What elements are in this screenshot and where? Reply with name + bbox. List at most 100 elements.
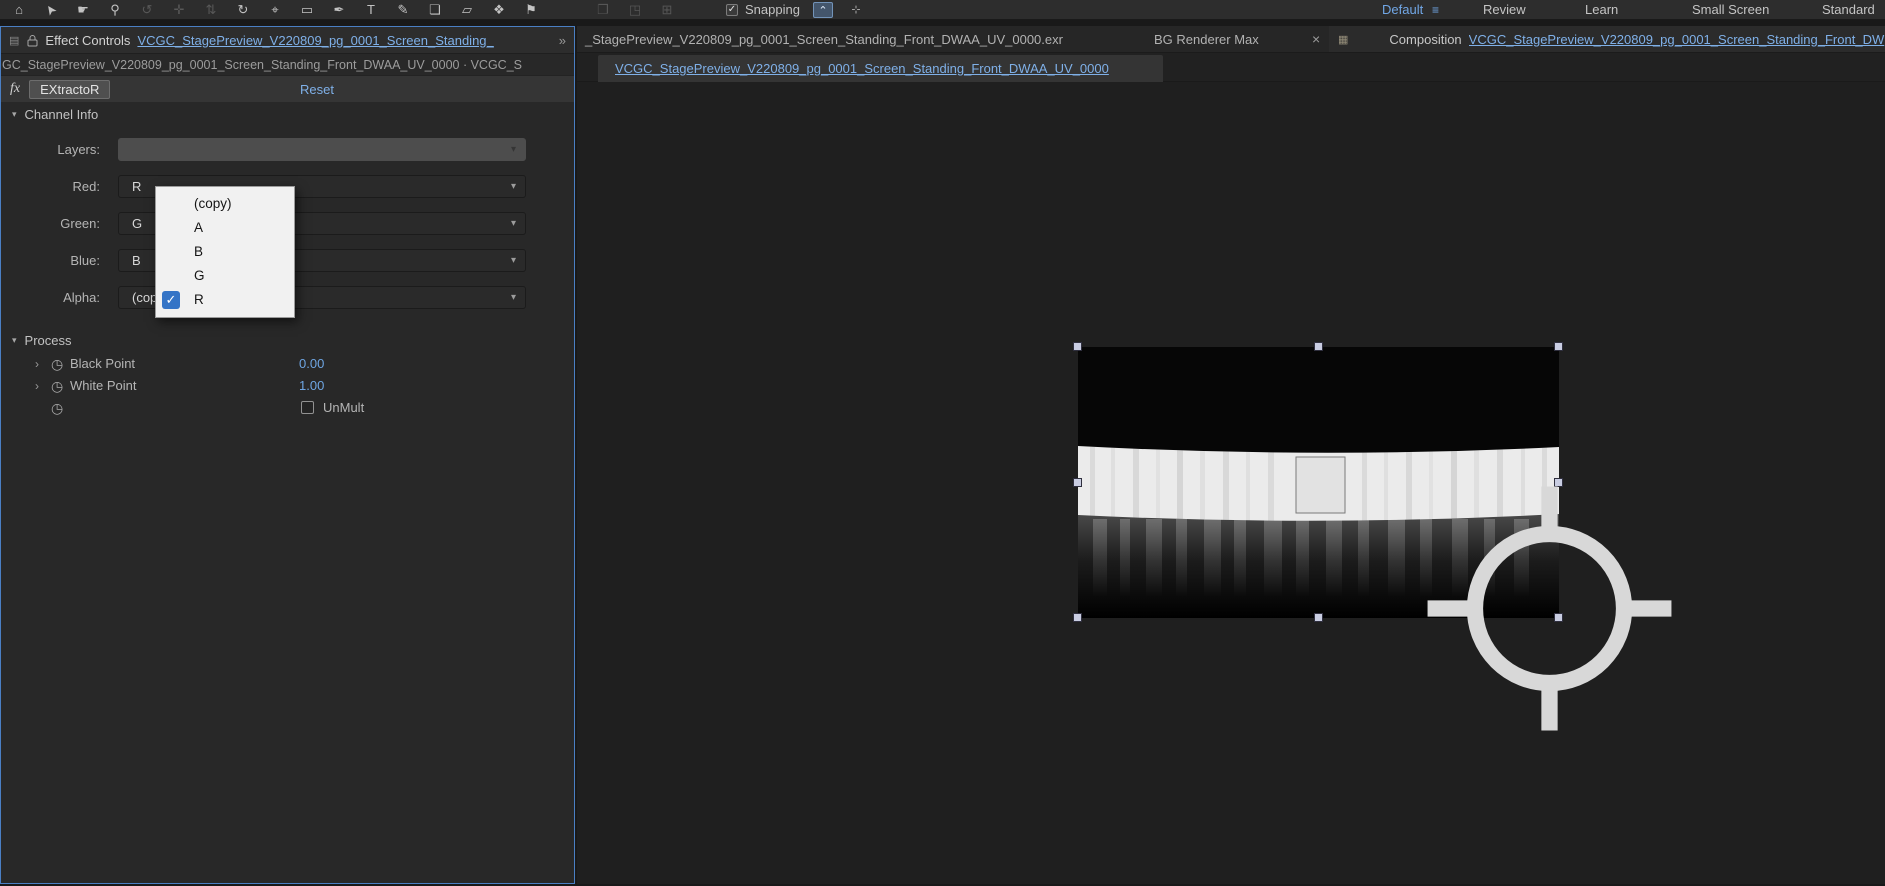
workspace-tab-small-screen[interactable]: Small Screen bbox=[1692, 0, 1769, 20]
toolbar: ⌂ ➤ ☛ ⚲ ↺ ✛ ⇅ ↻ ⌖ ▭ ✒ T ✎ ❏ ▱ ❖ ⚑ ❐ ◳ ⊞ … bbox=[0, 0, 1885, 20]
workspace-tab-default[interactable]: Default bbox=[1382, 0, 1423, 20]
channel-dropdown-menu: (copy) A B G ✓ R bbox=[155, 186, 295, 318]
track-z-camera-tool-icon: ⇅ bbox=[205, 1, 217, 17]
blue-label: Blue: bbox=[70, 253, 100, 268]
check-icon: ✓ bbox=[727, 4, 737, 15]
pen-tool-icon[interactable]: ✒ bbox=[330, 0, 348, 20]
composition-panel-group: ▦ Composition VCGC_StagePreview_V220809_… bbox=[1329, 26, 1885, 52]
eraser-tool-icon[interactable]: ▱ bbox=[458, 0, 476, 20]
twirl-closed-icon[interactable]: › bbox=[35, 353, 39, 375]
lock-icon[interactable] bbox=[27, 34, 38, 47]
menu-item-r-label: R bbox=[194, 292, 204, 307]
stopwatch-icon[interactable]: ◷ bbox=[51, 397, 63, 419]
menu-item-a[interactable]: A bbox=[156, 216, 294, 240]
effect-source-breadcrumb: GC_StagePreview_V220809_pg_0001_Screen_S… bbox=[1, 54, 574, 76]
red-label: Red: bbox=[72, 179, 100, 194]
viewer-panel: _StagePreview_V220809_pg_0001_Screen_Sta… bbox=[577, 26, 1885, 884]
effect-name-extractor[interactable]: EXtractoR bbox=[29, 79, 111, 99]
process-section: ▾ Process bbox=[1, 328, 574, 353]
alpha-label: Alpha: bbox=[63, 290, 100, 305]
close-icon[interactable]: × bbox=[1312, 26, 1320, 53]
menu-item-b[interactable]: B bbox=[156, 240, 294, 264]
composition-viewport[interactable] bbox=[577, 82, 1885, 884]
composition-panel-tab[interactable]: Composition bbox=[1389, 32, 1461, 47]
hand-tool-icon[interactable]: ☛ bbox=[74, 0, 92, 20]
selected-check-icon: ✓ bbox=[162, 291, 180, 309]
workspace-tab-review[interactable]: Review bbox=[1483, 0, 1526, 20]
process-label: Process bbox=[24, 333, 72, 348]
workspace-tab-standard[interactable]: Standard bbox=[1822, 0, 1875, 20]
twirl-open-icon[interactable]: ▾ bbox=[12, 109, 17, 120]
channel-info-section: ▾ Channel Info bbox=[1, 102, 574, 127]
layers-label: Layers: bbox=[57, 142, 100, 157]
white-point-value[interactable]: 1.00 bbox=[299, 375, 324, 397]
rectangle-tool-icon[interactable]: ▭ bbox=[298, 0, 316, 20]
composition-viewer-tabbar: VCGC_StagePreview_V220809_pg_0001_Screen… bbox=[577, 53, 1885, 82]
layers-row: Layers: ▾ bbox=[1, 131, 574, 168]
stopwatch-icon[interactable]: ◷ bbox=[51, 353, 63, 375]
effect-header-row: fx EXtractoR Reset bbox=[1, 76, 574, 102]
selection-handle-top-right[interactable] bbox=[1554, 342, 1563, 351]
chevron-down-icon: ▾ bbox=[510, 144, 516, 155]
effect-controls-tabbar: ▤ Effect Controls VCGC_StagePreview_V220… bbox=[1, 27, 574, 54]
menu-item-g[interactable]: G bbox=[156, 264, 294, 288]
snap-option-edges-icon[interactable]: ⌃ bbox=[812, 1, 833, 18]
type-tool-icon[interactable]: T bbox=[362, 0, 380, 20]
twirl-open-icon[interactable]: ▾ bbox=[12, 335, 17, 346]
viewer-tabbar-top: _StagePreview_V220809_pg_0001_Screen_Sta… bbox=[577, 26, 1885, 53]
panel-grip-icon[interactable]: ▦ bbox=[1338, 33, 1348, 46]
unmult-checkbox[interactable] bbox=[301, 401, 314, 414]
effect-controls-target-link[interactable]: VCGC_StagePreview_V220809_pg_0001_Screen… bbox=[137, 33, 552, 48]
brush-tool-icon[interactable]: ✎ bbox=[394, 0, 412, 20]
footage-tab[interactable]: _StagePreview_V220809_pg_0001_Screen_Sta… bbox=[585, 26, 1063, 53]
composition-viewer-tab[interactable]: VCGC_StagePreview_V220809_pg_0001_Screen… bbox=[598, 55, 1163, 82]
effect-controls-tab-label[interactable]: Effect Controls bbox=[45, 33, 130, 48]
roto-brush-tool-icon[interactable]: ❖ bbox=[490, 0, 508, 20]
snapping-control: ✓ Snapping bbox=[726, 2, 800, 17]
clone-stamp-tool-icon[interactable]: ❏ bbox=[426, 0, 444, 20]
puppet-pin-tool-icon[interactable]: ⚑ bbox=[522, 0, 540, 20]
green-label: Green: bbox=[60, 216, 100, 231]
rotation-tool-icon[interactable]: ↻ bbox=[234, 0, 252, 20]
black-point-value[interactable]: 0.00 bbox=[299, 353, 324, 375]
menu-item-copy[interactable]: (copy) bbox=[156, 192, 294, 216]
orbit-camera-tool-icon: ↺ bbox=[141, 1, 153, 17]
black-point-label: Black Point bbox=[70, 356, 136, 371]
fx-icon: fx bbox=[10, 81, 21, 96]
black-point-row: › ◷ Black Point 0.00 bbox=[1, 353, 574, 375]
unmult-row: ◷ UnMult bbox=[1, 397, 574, 419]
panel-overflow-icon[interactable]: » bbox=[559, 33, 566, 48]
composition-tab-label: VCGC_StagePreview_V220809_pg_0001_Screen… bbox=[615, 61, 1109, 76]
chevron-down-icon: ▾ bbox=[510, 255, 516, 266]
layers-dropdown: ▾ bbox=[118, 138, 526, 161]
composition-name-link[interactable]: VCGC_StagePreview_V220809_pg_0001_Screen… bbox=[1469, 32, 1885, 47]
channel-info-label: Channel Info bbox=[24, 107, 99, 122]
snap-option-extend-icon[interactable]: ⊹ bbox=[846, 2, 866, 18]
menu-item-r[interactable]: ✓ R bbox=[156, 288, 294, 312]
anchor-point-indicator[interactable] bbox=[1309, 473, 1790, 744]
selection-handle-middle-left[interactable] bbox=[1073, 477, 1082, 487]
effect-reset-link[interactable]: Reset bbox=[300, 82, 334, 97]
chevron-down-icon: ▾ bbox=[510, 218, 516, 229]
snapping-label: Snapping bbox=[745, 2, 800, 17]
disabled-tool-group: ❐ ◳ ⊞ bbox=[594, 0, 676, 20]
pan-behind-tool-icon[interactable]: ⌖ bbox=[266, 0, 284, 20]
chevron-down-icon: ▾ bbox=[510, 292, 516, 303]
selection-handle-top-center[interactable] bbox=[1313, 342, 1323, 351]
white-point-row: › ◷ White Point 1.00 bbox=[1, 375, 574, 397]
selection-handle-top-left[interactable] bbox=[1073, 342, 1082, 351]
selection-handle-bottom-left[interactable] bbox=[1073, 613, 1082, 622]
workspace-menu-icon[interactable]: ≡ bbox=[1432, 0, 1439, 20]
home-icon[interactable]: ⌂ bbox=[10, 0, 28, 20]
composition-layer[interactable] bbox=[1073, 342, 1671, 730]
stopwatch-icon[interactable]: ◷ bbox=[51, 375, 63, 397]
snapping-checkbox[interactable]: ✓ bbox=[726, 3, 738, 16]
bg-renderer-max-tab[interactable]: BG Renderer Max bbox=[1154, 26, 1259, 53]
chevron-down-icon: ▾ bbox=[510, 181, 516, 192]
selection-tool-icon[interactable]: ➤ bbox=[38, 0, 65, 23]
panel-grip-icon[interactable]: ▤ bbox=[9, 34, 19, 47]
zoom-tool-icon[interactable]: ⚲ bbox=[106, 0, 124, 20]
disabled-tool-icon-2: ◳ bbox=[628, 1, 642, 17]
workspace-tab-learn[interactable]: Learn bbox=[1585, 0, 1618, 20]
twirl-closed-icon[interactable]: › bbox=[35, 375, 39, 397]
